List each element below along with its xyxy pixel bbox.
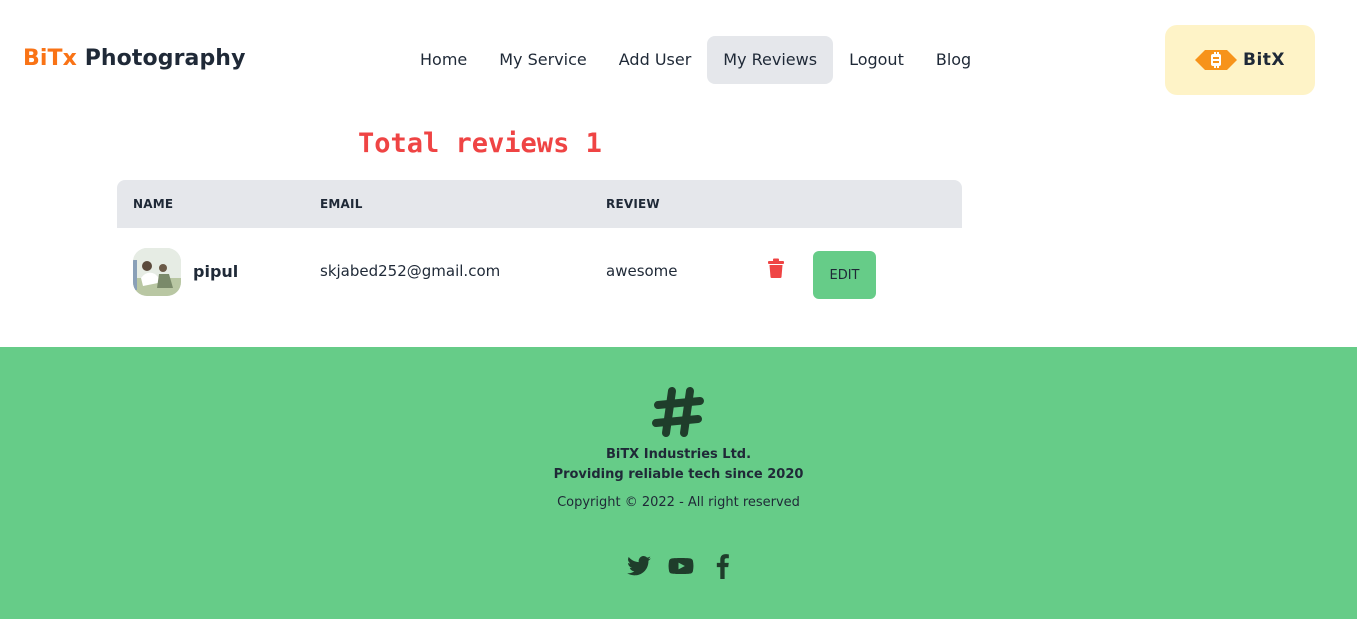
footer-company: BiTX Industries Ltd.: [605, 447, 752, 462]
brand-title[interactable]: BiTx Photography: [23, 46, 246, 71]
brand-part1: BiTx: [23, 46, 77, 71]
header-review: REVIEW: [606, 197, 660, 211]
twitter-icon[interactable]: [626, 553, 652, 579]
header-email: EMAIL: [320, 197, 363, 211]
nav-add-user[interactable]: Add User: [603, 36, 708, 84]
review-text: awesome: [606, 262, 678, 280]
hashtag-logo-icon: [652, 387, 704, 437]
nav-home[interactable]: Home: [404, 36, 483, 84]
footer-copyright: Copyright © 2022 - All right reserved: [557, 495, 800, 510]
social-links: [626, 553, 736, 579]
bitx-logo-icon: [1194, 50, 1237, 70]
delete-icon[interactable]: [767, 258, 785, 278]
nav-my-reviews[interactable]: My Reviews: [707, 36, 834, 84]
avatar: [133, 248, 181, 296]
reviewer-name: pipul: [193, 262, 239, 281]
brand-part2: Photography: [84, 46, 246, 71]
youtube-icon[interactable]: [668, 553, 694, 579]
footer-tagline: Providing reliable tech since 2020: [553, 467, 804, 482]
reviewer-email: skjabed252@gmail.com: [320, 262, 501, 280]
table-header: NAME EMAIL REVIEW: [117, 180, 962, 228]
header-name: NAME: [133, 197, 174, 211]
total-reviews-heading: Total reviews 1: [358, 128, 602, 159]
reviews-table: NAME EMAIL REVIEW pipul skjabed252@gmail…: [117, 180, 962, 320]
edit-button[interactable]: EDIT: [813, 251, 876, 299]
bitx-logo-text: BitX: [1242, 50, 1286, 70]
nav-my-service[interactable]: My Service: [483, 36, 603, 84]
bitx-logo[interactable]: BitX: [1165, 25, 1315, 95]
nav-blog[interactable]: Blog: [920, 36, 987, 84]
nav-logout[interactable]: Logout: [833, 36, 920, 84]
table-row: pipul skjabed252@gmail.com awesome EDIT: [117, 228, 962, 320]
main-nav: Home My Service Add User My Reviews Logo…: [404, 36, 987, 84]
facebook-icon[interactable]: [710, 553, 736, 579]
footer: BiTX Industries Ltd. Providing reliable …: [0, 347, 1357, 619]
